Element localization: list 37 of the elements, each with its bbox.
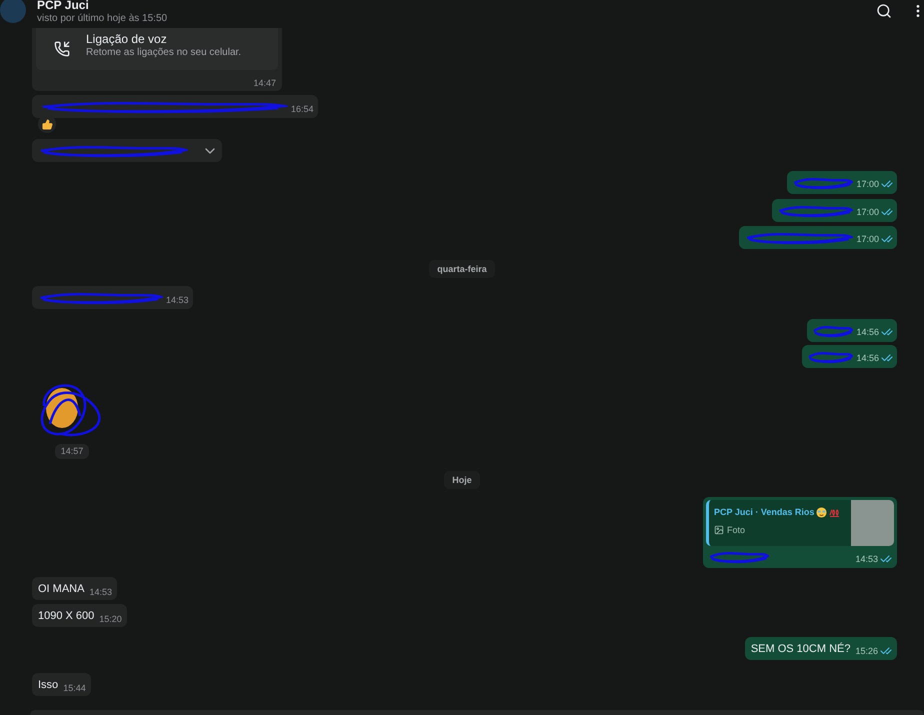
message-time: 17:00: [856, 234, 879, 244]
message-text: Isso: [38, 678, 58, 692]
message-time: 14:53: [89, 588, 112, 597]
hundred-points-icon: [829, 508, 840, 518]
date-chip: quarta-feira: [429, 260, 495, 278]
quoted-text: Foto: [727, 524, 746, 536]
message-time: 14:56: [856, 354, 879, 362]
message-time: 17:00: [856, 180, 879, 188]
date-chip: Hoje: [444, 471, 480, 489]
message-time: 14:53: [855, 554, 878, 564]
smiley-glasses-icon: [816, 507, 828, 518]
photo-placeholder: [851, 500, 894, 546]
search-icon[interactable]: [876, 3, 892, 19]
thumbs-up-icon: [42, 118, 52, 130]
message-text: SEM OS 10CM NÉ?: [750, 642, 850, 656]
photo-icon: [714, 525, 724, 536]
message-text: 1090 X 600: [38, 609, 94, 623]
message-time: 15:44: [63, 684, 86, 693]
message-text: OI MANA: [38, 582, 84, 596]
call-title: Ligação de voz: [86, 32, 168, 46]
message-time: 14:53: [166, 296, 189, 305]
contact-name[interactable]: PCP Juci: [37, 0, 168, 11]
message-time: 14:47: [253, 79, 276, 88]
message-time: 14:57: [54, 444, 90, 459]
message-time: 16:54: [291, 105, 314, 114]
quoted-message[interactable]: PCP Juci · Vendas Rios Foto: [706, 500, 894, 546]
message-time: 15:26: [855, 646, 878, 656]
call-subtitle: Retome as ligações no seu celular.: [86, 46, 242, 58]
redaction-scribble: [709, 549, 769, 565]
call-card[interactable]: Ligação de voz Retome as ligações no seu celular.: [36, 28, 278, 70]
reaction-chip[interactable]: [38, 115, 56, 133]
quoted-author: PCP Juci · Vendas Rios: [714, 506, 814, 519]
phone-incoming-icon: [54, 41, 70, 57]
message-time: 17:00: [856, 208, 879, 216]
last-seen-status: visto por último hoje às 15:50: [37, 13, 168, 25]
message-time: 14:56: [856, 328, 879, 336]
message-time: 15:20: [99, 615, 122, 624]
